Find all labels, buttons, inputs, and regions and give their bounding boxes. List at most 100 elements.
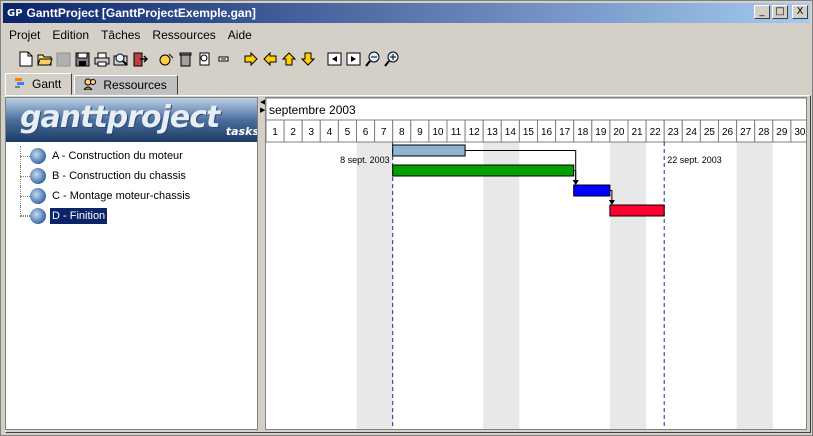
day-label: 17	[559, 127, 571, 138]
task-row-b[interactable]: B - Construction du chassis	[6, 166, 257, 186]
task-icon	[30, 188, 46, 204]
arrow-right-icon[interactable]	[242, 51, 259, 68]
minimize-button[interactable]: _	[754, 5, 770, 19]
save-as-icon[interactable]	[74, 51, 91, 68]
day-label: 5	[345, 127, 351, 138]
task-label: C - Montage moteur-chassis	[52, 190, 191, 202]
day-label: 15	[523, 127, 535, 138]
scroll-right-icon[interactable]	[345, 51, 362, 68]
window-controls: _ □ X	[754, 5, 808, 19]
weekend-column	[374, 142, 393, 429]
tab-ressources[interactable]: Ressources	[74, 75, 178, 95]
weekend-column	[609, 142, 628, 429]
task-bar-a	[392, 144, 466, 157]
day-label: 25	[704, 127, 716, 138]
day-label: 24	[686, 127, 698, 138]
weekend-column	[501, 142, 520, 429]
weekend-column	[356, 142, 375, 429]
task-label: D - Finition	[50, 208, 108, 224]
logo-sub: tasks	[225, 125, 258, 138]
day-label: 4	[327, 127, 333, 138]
new-icon[interactable]	[17, 51, 34, 68]
day-label: 28	[758, 127, 770, 138]
app-logo-icon: GP	[7, 7, 23, 19]
open-icon[interactable]	[36, 51, 53, 68]
gantt-chart[interactable]: septembre 20031 2 3 4 5 6 7 8 9 10 11 12 13 14 15 16 17 1…	[266, 98, 807, 430]
day-label: 9	[417, 127, 423, 138]
task-label: B - Construction du chassis	[52, 170, 186, 182]
task-row-c[interactable]: C - Montage moteur-chassis	[6, 186, 257, 206]
task-bar-b	[392, 164, 575, 177]
day-label: 2	[290, 127, 296, 138]
task-icon	[30, 148, 46, 164]
day-label: 10	[432, 127, 444, 138]
dependency-arrow	[572, 180, 579, 185]
task-tree: A - Construction du moteur B - Construct…	[6, 146, 257, 226]
tab-strip: Gantt Ressources	[5, 73, 180, 95]
day-label: 19	[595, 127, 607, 138]
menu-aide[interactable]: Aide	[222, 28, 258, 42]
day-label: 30	[794, 127, 806, 138]
properties-icon[interactable]	[196, 51, 213, 68]
menu-taches[interactable]: Tâches	[95, 28, 146, 42]
print-icon[interactable]	[93, 51, 110, 68]
toolbar	[3, 47, 810, 71]
task-row-d[interactable]: D - Finition	[6, 206, 257, 226]
tab-gantt[interactable]: Gantt	[5, 73, 73, 95]
title-bar[interactable]: GP GanttProject [GanttProjectExemple.gan…	[3, 3, 810, 23]
weekend-column	[628, 142, 647, 429]
logo-brand: ganttproject	[20, 100, 220, 135]
task-row-a[interactable]: A - Construction du moteur	[6, 146, 257, 166]
new-task-icon[interactable]	[158, 51, 175, 68]
day-label: 18	[577, 127, 589, 138]
task-label: A - Construction du moteur	[52, 150, 183, 162]
unlink-icon[interactable]	[215, 51, 232, 68]
task-bar-c	[573, 184, 611, 197]
gantt-chart-pane: septembre 2003 1 2 3 4 5 6 7 8 9 10 11 12 13 14 15 16 17 1…	[265, 97, 807, 430]
day-label: 29	[776, 127, 788, 138]
project-end-label: 22 sept. 2003	[667, 155, 722, 165]
app-window: GP GanttProject [GanttProjectExemple.gan…	[0, 0, 813, 436]
close-button[interactable]: X	[792, 5, 808, 19]
resources-tab-icon	[83, 78, 97, 93]
task-bar-d	[609, 204, 665, 217]
day-label: 22	[650, 127, 662, 138]
day-label: 6	[363, 127, 369, 138]
arrow-down-icon[interactable]	[299, 51, 316, 68]
scroll-left-icon[interactable]	[326, 51, 343, 68]
menu-edition[interactable]: Edition	[46, 28, 95, 42]
month-label: septembre 2003	[269, 103, 356, 117]
delete-icon[interactable]	[177, 51, 194, 68]
day-label: 12	[469, 127, 481, 138]
day-label: 21	[631, 127, 643, 138]
exit-icon[interactable]	[131, 51, 148, 68]
day-label: 20	[613, 127, 625, 138]
menu-bar: Projet Edition Tâches Ressources Aide	[3, 25, 258, 45]
zoom-in-icon[interactable]	[383, 51, 400, 68]
project-start-label: 8 sept. 2003	[340, 155, 390, 165]
maximize-button[interactable]: □	[772, 5, 788, 19]
task-icon	[30, 208, 46, 224]
day-label: 11	[451, 127, 462, 138]
gantt-tab-icon	[14, 77, 26, 92]
weekend-column	[754, 142, 773, 429]
day-label: 8	[399, 127, 405, 138]
save-disabled-icon[interactable]	[55, 51, 72, 68]
day-label: 13	[487, 127, 499, 138]
day-label: 27	[740, 127, 752, 138]
menu-ressources[interactable]: Ressources	[146, 28, 221, 42]
arrow-up-icon[interactable]	[280, 51, 297, 68]
day-label: 3	[308, 127, 314, 138]
task-icon	[30, 168, 46, 184]
menu-projet[interactable]: Projet	[3, 28, 46, 42]
day-label: 26	[722, 127, 734, 138]
zoom-out-icon[interactable]	[364, 51, 381, 68]
arrow-left-icon[interactable]	[261, 51, 278, 68]
day-label: 7	[381, 127, 387, 138]
window-title: GanttProject [GanttProjectExemple.gan]	[26, 6, 256, 20]
day-label: 14	[505, 127, 517, 138]
weekend-column	[483, 142, 502, 429]
preview-icon[interactable]	[112, 51, 129, 68]
tab-gantt-label: Gantt	[32, 77, 62, 91]
tab-ressources-label: Ressources	[103, 78, 167, 92]
